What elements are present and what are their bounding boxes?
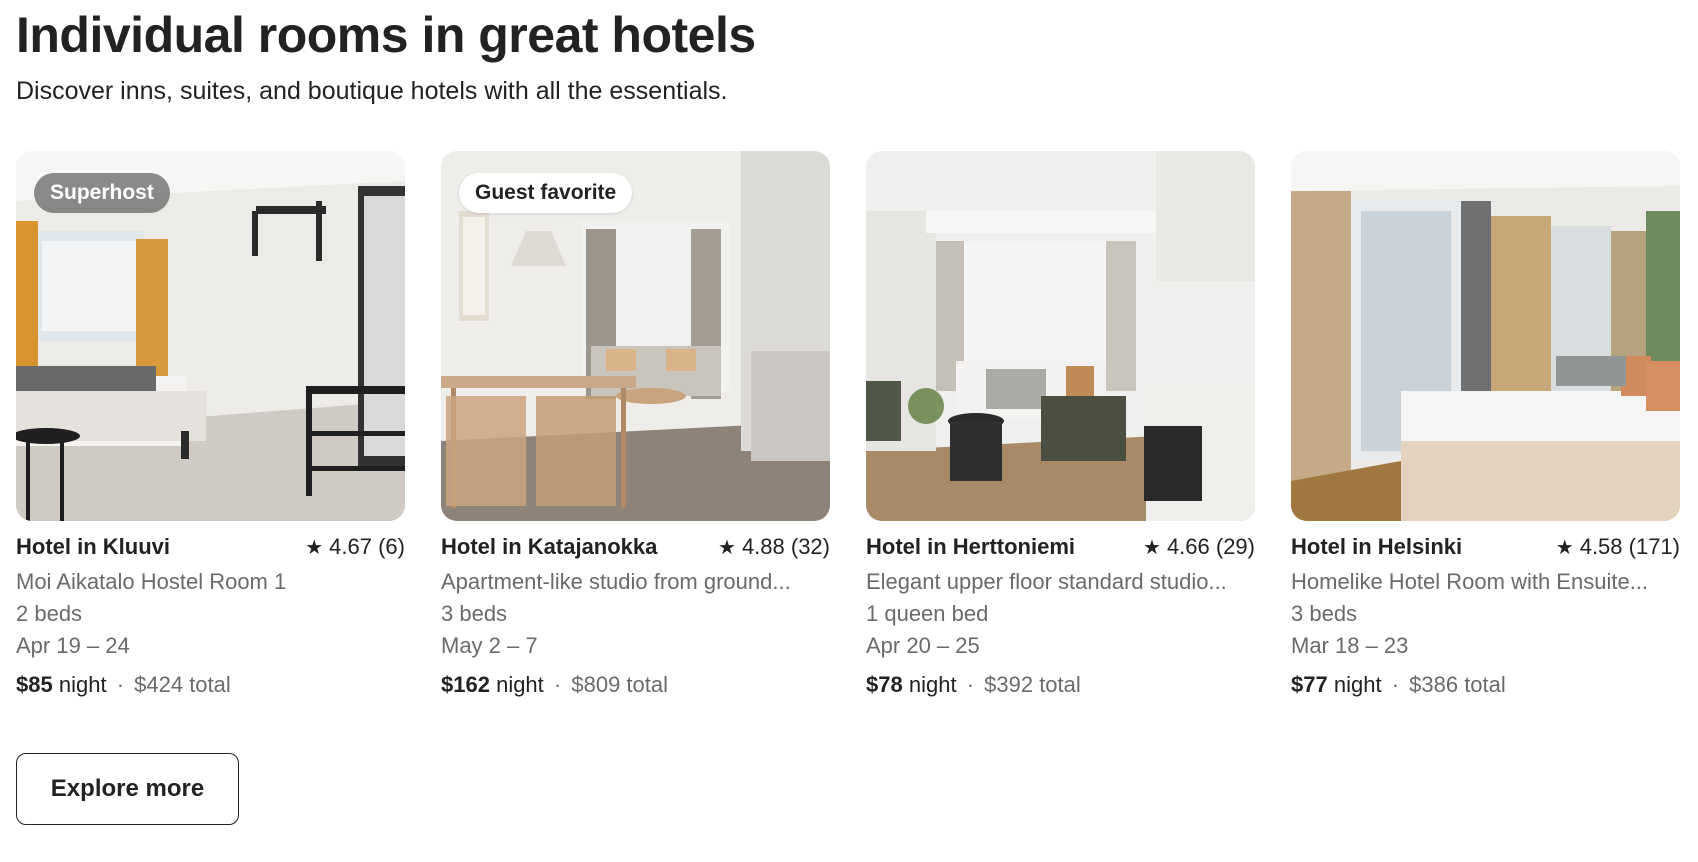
price-separator: · <box>553 672 562 697</box>
listing-title: Hotel in Herttoniemi <box>866 534 1076 559</box>
star-icon: ★ <box>1143 537 1161 559</box>
listing-title: Hotel in Kluuvi <box>16 534 170 559</box>
listing-name: Apartment-like studio from ground... <box>441 569 791 594</box>
price-amount: $85 <box>16 672 53 697</box>
listing-dates: May 2 – 7 <box>441 633 538 658</box>
listing-dates: Apr 20 – 25 <box>866 633 980 658</box>
listing-beds: 1 queen bed <box>866 601 989 626</box>
price-total: $424 total <box>134 672 231 697</box>
listing-name: Homelike Hotel Room with Ensuite... <box>1291 569 1649 594</box>
listing-photo[interactable]: Guest favorite <box>441 151 830 521</box>
listing-price: $77 night · $386 total <box>1291 670 1680 700</box>
price-total: $386 total <box>1409 672 1506 697</box>
listing-rating: ★ 4.67 (6) <box>305 534 405 560</box>
listing-title: Hotel in Katajanokka <box>441 534 658 559</box>
explore-more-button[interactable]: Explore more <box>16 753 239 825</box>
listing-dates: Apr 19 – 24 <box>16 633 130 658</box>
price-total: $809 total <box>571 672 669 697</box>
superhost-badge: Superhost <box>34 173 170 213</box>
listing-price: $78 night · $392 total <box>866 670 1255 700</box>
section-title: Individual rooms in great hotels <box>16 7 756 63</box>
rating-value: 4.66 (29) <box>1166 534 1255 559</box>
star-icon: ★ <box>1555 537 1574 559</box>
price-separator: · <box>1391 672 1400 697</box>
listing-beds: 2 beds <box>16 601 83 626</box>
listing-rating: ★ 4.58 (171) <box>1556 534 1680 560</box>
rating-value: 4.67 (6) <box>329 534 405 559</box>
listing-rating: ★ 4.66 (29) <box>1143 534 1255 560</box>
price-total: $392 total <box>984 672 1081 697</box>
room-photo-herttoniemi <box>866 151 1255 521</box>
listing-title: Hotel in Helsinki <box>1291 534 1463 559</box>
price-amount: $162 <box>441 672 490 697</box>
room-photo-helsinki <box>1291 151 1680 521</box>
listing-info: Hotel in Katajanokka ★ 4.88 (32) Apartme… <box>441 534 830 700</box>
price-unit: night <box>908 672 957 697</box>
listing-photo[interactable]: Superhost <box>16 151 405 521</box>
price-unit: night <box>496 672 544 697</box>
listing-card-kluuvi[interactable]: Superhost Hotel in Kluuvi ★ 4.67 (6) Moi… <box>16 151 405 711</box>
price-unit: night <box>1333 672 1382 697</box>
listing-name: Elegant upper floor standard studio... <box>866 569 1227 594</box>
listing-card-katajanokka[interactable]: Guest favorite Hotel in Katajanokka ★ 4.… <box>441 151 830 711</box>
listing-info: Hotel in Helsinki ★ 4.58 (171) Homelike … <box>1291 534 1680 700</box>
listing-card-herttoniemi[interactable]: Hotel in Herttoniemi ★ 4.66 (29) Elegant… <box>866 151 1255 711</box>
listing-name: Moi Aikatalo Hostel Room 1 <box>16 569 287 594</box>
listing-beds: 3 beds <box>1291 601 1358 626</box>
listing-rating: ★ 4.88 (32) <box>718 534 830 560</box>
section-subtitle: Discover inns, suites, and boutique hote… <box>16 77 728 105</box>
listing-beds: 3 beds <box>441 601 508 626</box>
star-icon: ★ <box>718 537 736 559</box>
listing-info: Hotel in Kluuvi ★ 4.67 (6) Moi Aikatalo … <box>16 534 405 700</box>
listing-dates: Mar 18 – 23 <box>1291 633 1409 658</box>
rating-value: 4.88 (32) <box>741 534 830 559</box>
guest-favorite-badge: Guest favorite <box>459 173 633 213</box>
price-unit: night <box>58 672 107 697</box>
price-separator: · <box>116 672 125 697</box>
listing-card-helsinki[interactable]: Hotel in Helsinki ★ 4.58 (171) Homelike … <box>1291 151 1680 711</box>
listing-info: Hotel in Herttoniemi ★ 4.66 (29) Elegant… <box>866 534 1255 700</box>
rating-value: 4.58 (171) <box>1579 534 1680 559</box>
listing-photo[interactable] <box>866 151 1255 521</box>
listing-price: $162 night · $809 total <box>441 670 830 700</box>
listing-photo[interactable] <box>1291 151 1680 521</box>
price-separator: · <box>966 672 975 697</box>
price-amount: $77 <box>1291 672 1328 697</box>
price-amount: $78 <box>866 672 903 697</box>
star-icon: ★ <box>305 537 324 559</box>
listing-cards: Superhost Hotel in Kluuvi ★ 4.67 (6) Moi… <box>16 151 1682 711</box>
listing-price: $85 night · $424 total <box>16 670 405 700</box>
